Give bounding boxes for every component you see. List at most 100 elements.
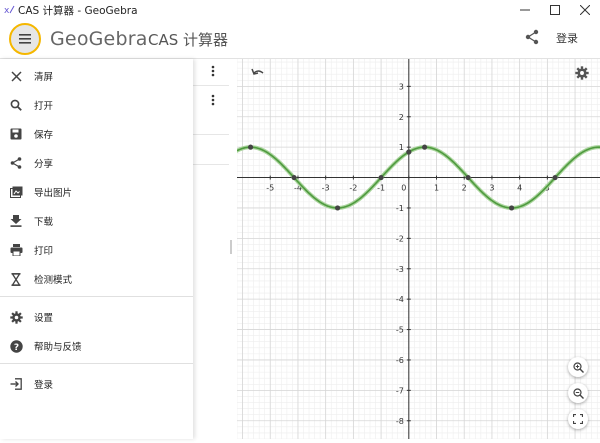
y-tick-label: -6 [396, 356, 404, 365]
graphics-settings-icon[interactable] [575, 66, 589, 80]
algebra-view [193, 59, 233, 439]
graphics-view[interactable]: -5 -4 -3 -2 -1 0 1 2 3 4 5 3 2 1 -1 -2 -3 -4 -5 -6 -7 -8 [235, 59, 600, 440]
close-icon [580, 5, 590, 15]
hourglass-icon [9, 272, 23, 286]
login-button[interactable]: 登录 [556, 30, 578, 46]
svg-text:x: x [4, 6, 10, 15]
maximize-icon [550, 5, 560, 15]
geogebra-logo: GeoGebra [50, 28, 148, 50]
x-tick-label: 0 [401, 184, 406, 193]
menu-item-exam-mode[interactable]: 检测模式 [0, 268, 193, 290]
menu-item-label: 导出图片 [34, 188, 73, 199]
y-tick-label: -1 [396, 204, 404, 213]
download-icon [9, 214, 23, 228]
menu-item-label: 分享 [34, 159, 54, 170]
special-point [291, 174, 297, 181]
close-window-button[interactable] [570, 0, 600, 20]
x-tick-label: -3 [322, 184, 330, 193]
fullscreen-button[interactable] [568, 409, 588, 429]
share-icon [9, 156, 23, 170]
menu-item-label: 检测模式 [34, 275, 73, 286]
y-tick-label: -3 [396, 265, 404, 274]
more-options-icon[interactable] [211, 94, 215, 106]
app-title: CAS 计算器 [148, 31, 229, 49]
x-tick-label: 3 [489, 184, 494, 193]
special-point [247, 144, 254, 150]
menu-item-open[interactable]: 打开 [0, 94, 193, 116]
algebra-row-divider [193, 85, 229, 86]
menu-item-save[interactable]: 保存 [0, 123, 193, 145]
menu-item-label: 登录 [34, 380, 54, 391]
x-tick-label: 2 [462, 184, 467, 193]
window-titlebar: x CAS 计算器 - GeoGebra [0, 0, 600, 20]
save-icon [9, 127, 23, 141]
help-icon: ? [9, 339, 23, 353]
zoom-out-button[interactable] [568, 383, 588, 403]
zoom-in-button[interactable] [568, 357, 588, 377]
close-icon [9, 69, 23, 83]
svg-text:?: ? [13, 343, 18, 353]
x-tick-label: -1 [377, 184, 385, 193]
menu-item-label: 打印 [34, 246, 54, 257]
y-tick-label: 3 [399, 82, 404, 91]
image-icon [9, 185, 23, 199]
x-tick-label: 4 [517, 184, 522, 193]
maximize-button[interactable] [540, 0, 570, 20]
menu-divider [0, 296, 193, 297]
special-point [421, 144, 428, 150]
menu-item-settings[interactable]: 设置 [0, 306, 193, 328]
special-point [552, 174, 558, 181]
x-tick-label: -2 [349, 184, 357, 193]
special-point [465, 174, 471, 181]
print-icon [9, 243, 23, 257]
more-options-icon[interactable] [211, 65, 215, 77]
menu-item-share[interactable]: 分享 [0, 152, 193, 174]
view-splitter-handle[interactable] [230, 240, 232, 254]
y-tick-label: -4 [396, 295, 404, 304]
menu-item-label: 打开 [34, 101, 54, 112]
zoom-out-icon [572, 387, 584, 399]
special-point [406, 149, 412, 155]
algebra-row-divider [193, 164, 229, 165]
menu-item-label: 清屏 [34, 72, 54, 83]
main-menu-button[interactable] [9, 23, 41, 55]
special-point [509, 205, 515, 211]
gear-icon [9, 310, 23, 324]
y-tick-label: -5 [396, 326, 404, 335]
menu-item-label: 设置 [34, 313, 54, 324]
algebra-row-divider [193, 134, 229, 135]
menu-divider [0, 363, 193, 364]
y-tick-label: 2 [399, 113, 404, 122]
hamburger-icon [19, 34, 31, 44]
menu-item-label: 下载 [34, 217, 54, 228]
share-icon[interactable] [524, 29, 540, 45]
y-tick-label: -7 [396, 386, 404, 395]
menu-item-export-image[interactable]: 导出图片 [0, 181, 193, 203]
menu-item-help-feedback[interactable]: ? 帮助与反馈 [0, 335, 193, 357]
search-icon [9, 98, 23, 112]
zoom-in-icon [572, 361, 584, 373]
function-plot[interactable]: -5 -4 -3 -2 -1 0 1 2 3 4 5321-1-2-3-4-5-6-7-8 [235, 59, 600, 440]
y-tick-label: -2 [396, 234, 404, 243]
app-header: GeoGebra CAS 计算器 登录 [0, 20, 600, 59]
special-point [378, 174, 384, 181]
minimize-icon [520, 9, 530, 11]
menu-item-clear[interactable]: 清屏 [0, 65, 193, 87]
undo-icon[interactable] [251, 67, 265, 79]
menu-item-download[interactable]: 下载 [0, 210, 193, 232]
login-icon [9, 377, 23, 391]
special-point [334, 205, 341, 211]
main-menu-panel: 清屏 打开 保存 分享 导出图片 下载 打印 检测模式 设置 ? 帮助与反馈 登… [0, 59, 193, 439]
y-tick-label: -8 [396, 417, 404, 426]
fullscreen-icon [573, 414, 583, 424]
geogebra-app-icon: x [4, 5, 15, 15]
x-tick-label: 1 [434, 184, 439, 193]
menu-item-login[interactable]: 登录 [0, 373, 193, 395]
menu-item-label: 帮助与反馈 [34, 342, 82, 353]
x-tick-label: -5 [266, 184, 274, 193]
window-title: CAS 计算器 - GeoGebra [18, 5, 138, 17]
minimize-button[interactable] [510, 0, 540, 20]
menu-item-label: 保存 [34, 130, 54, 141]
menu-item-print[interactable]: 打印 [0, 239, 193, 261]
y-tick-label: 1 [399, 143, 404, 152]
